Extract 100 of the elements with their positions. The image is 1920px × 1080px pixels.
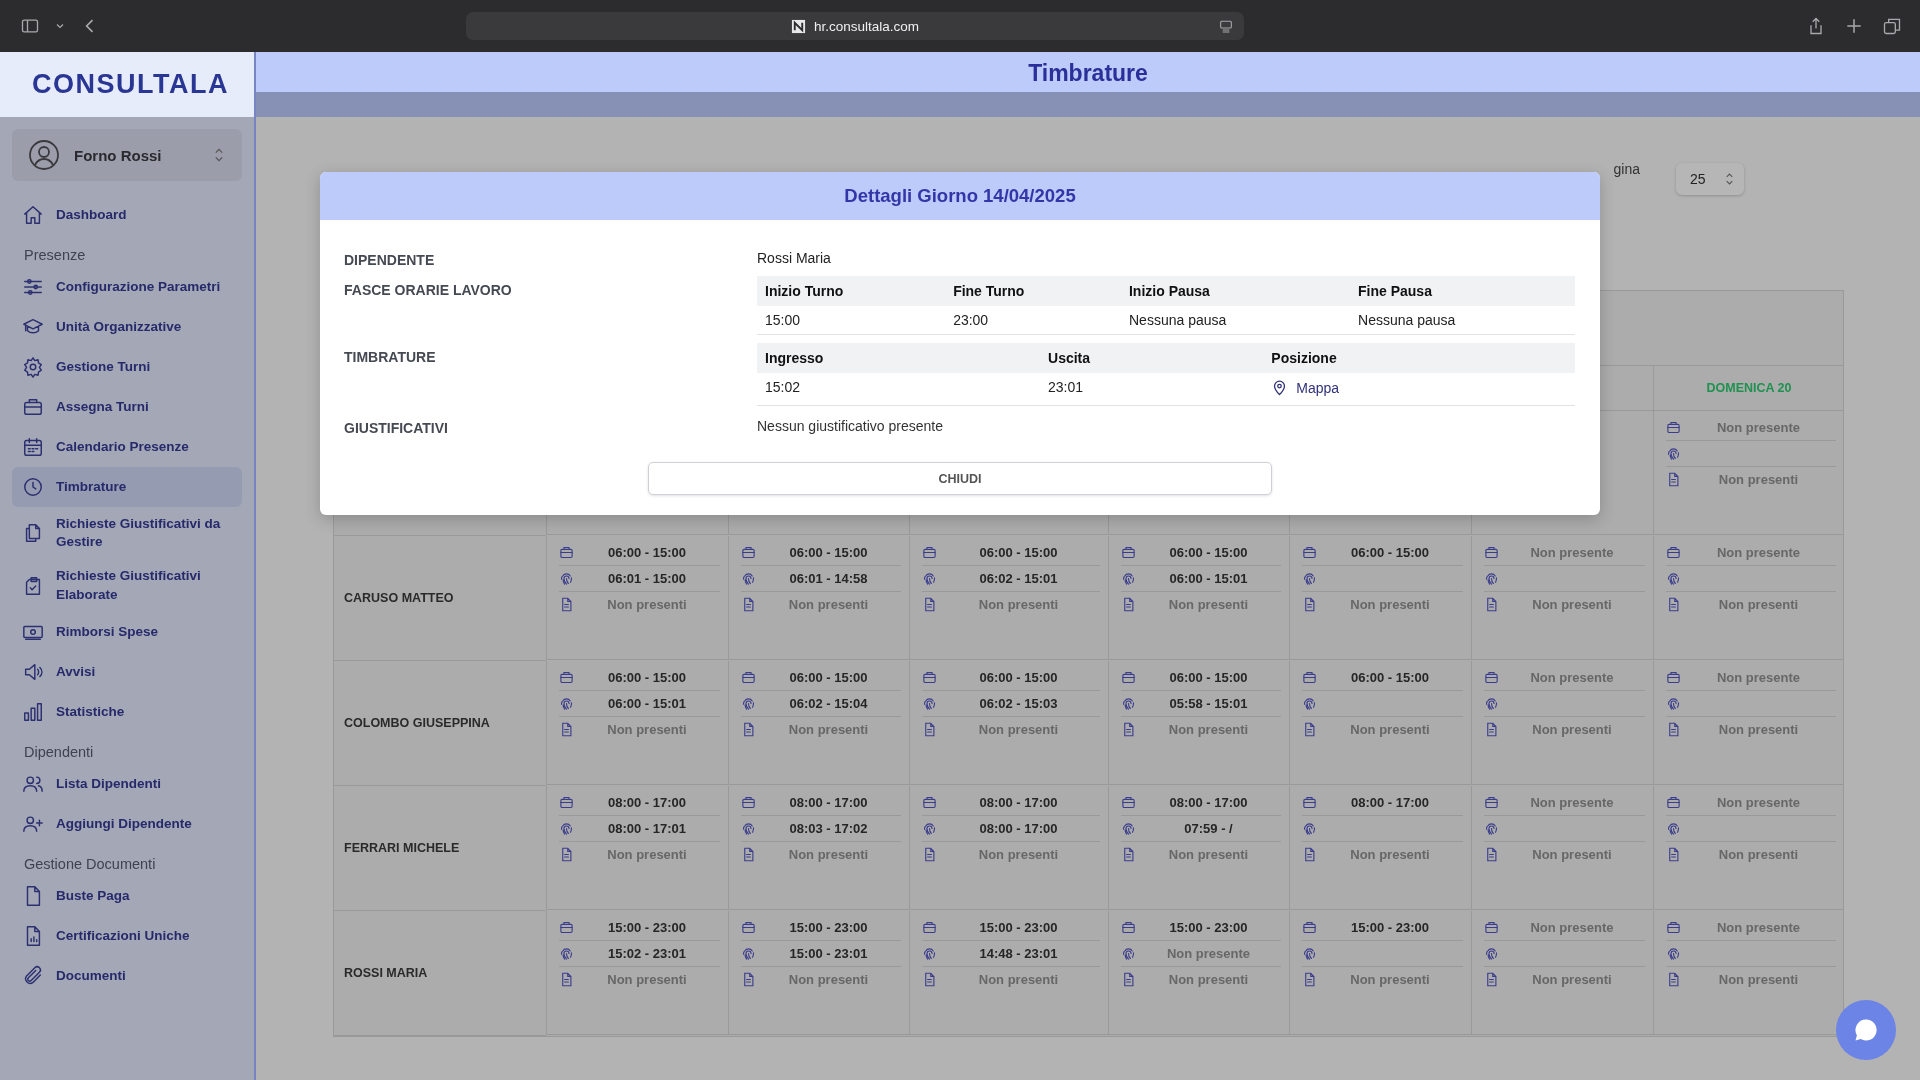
time-entry-text: Non presenti	[606, 722, 688, 737]
sidebar-item[interactable]: Configurazione Parametri	[12, 267, 242, 307]
time-entry-text: 06:02 - 15:01	[978, 571, 1059, 586]
briefcase-icon	[1484, 545, 1499, 560]
day-cell[interactable]: 06:00 - 15:00 06:01 - 15:00 Non presenti	[546, 536, 728, 660]
sidebar-item[interactable]: Statistiche	[12, 691, 242, 732]
sidebar-item[interactable]: Assegna Turni	[12, 387, 242, 427]
day-cell[interactable]: 15:00 - 23:00 Non presenti	[1289, 911, 1471, 1035]
sidebar-item[interactable]: Documenti	[12, 955, 242, 996]
sidebar-item[interactable]: Timbrature	[12, 467, 242, 507]
fingerprint-icon	[741, 946, 756, 961]
rows-per-page-select[interactable]: 25	[1676, 163, 1744, 195]
time-entry-text: Non presenti	[787, 847, 870, 862]
paperclip-icon	[22, 964, 44, 987]
day-cell[interactable]: 15:00 - 23:00 15:00 - 23:01 Non presenti	[728, 911, 909, 1035]
field-value: Rossi Maria	[757, 249, 832, 268]
sidebar-item[interactable]: Avvisi	[12, 651, 242, 692]
sidebar-item[interactable]: Calendario Presenze	[12, 427, 242, 467]
new-tab-icon[interactable]	[1844, 16, 1864, 36]
time-entry-text: 15:02 - 23:01	[606, 946, 688, 961]
time-entry-text: 08:00 - 17:00	[606, 795, 688, 810]
time-entry-text: Non presenti	[1349, 847, 1431, 862]
day-cell[interactable]: 06:00 - 15:00 06:02 - 15:04 Non presenti	[728, 661, 909, 785]
fingerprint-icon	[741, 821, 756, 836]
briefcase-icon	[1484, 670, 1499, 685]
document-icon	[741, 597, 756, 612]
fingerprint-icon	[1666, 571, 1681, 586]
address-bar[interactable]: hr.consultala.com	[466, 12, 1244, 40]
time-entry-text: 08:00 - 17:00	[788, 795, 869, 810]
time-entry-text: Non presenti	[977, 972, 1060, 987]
reader-icon[interactable]	[1218, 18, 1234, 34]
time-entry-text: 06:00 - 15:00	[978, 670, 1059, 685]
sidebar-item[interactable]: Certificazioni Uniche	[12, 915, 242, 956]
document-icon	[1666, 847, 1681, 862]
day-cell[interactable]: 15:00 - 23:00 14:48 - 23:01 Non presenti	[909, 911, 1108, 1035]
document-icon	[1484, 972, 1499, 987]
document-icon	[1666, 722, 1681, 737]
time-entry-text: Non presenti	[787, 597, 870, 612]
time-entry-text: Non presenti	[1531, 597, 1613, 612]
document-icon	[1666, 472, 1681, 487]
sidebar-item[interactable]: Richieste Giustificativi da Gestire	[12, 507, 242, 560]
sidebar-item[interactable]: Gestione Turni	[12, 347, 242, 387]
time-entry-text: Non presenti	[1349, 722, 1431, 737]
sidebar-item[interactable]: Dashboard	[12, 195, 242, 235]
time-entry-text: 08:00 - 17:00	[978, 821, 1059, 836]
document-icon	[1484, 847, 1499, 862]
column-header: Fine Pausa	[1350, 276, 1575, 306]
day-cell[interactable]: 06:00 - 15:00 06:00 - 15:01 Non presenti	[1108, 536, 1289, 660]
column-header: Fine Turno	[945, 276, 1121, 306]
fingerprint-icon	[1302, 946, 1317, 961]
employee-name: FERRARI MICHELE	[334, 786, 546, 911]
sidebar-item[interactable]: Rimborsi Spese	[12, 611, 242, 652]
time-entry-text: 06:00 - 15:00	[1168, 545, 1249, 560]
time-entry-text: 08:00 - 17:01	[606, 821, 688, 836]
day-cell[interactable]: 06:00 - 15:00 06:01 - 14:58 Non presenti	[728, 536, 909, 660]
time-entry-text: 06:00 - 15:00	[788, 670, 869, 685]
fingerprint-icon	[1121, 571, 1136, 586]
day-cell[interactable]: 06:00 - 15:00 06:00 - 15:01 Non presenti	[546, 661, 728, 785]
sidebar-item[interactable]: Richieste Giustificativi Elaborate	[12, 559, 242, 612]
tabs-overview-icon[interactable]	[1882, 16, 1902, 36]
table-cell: 15:00	[765, 312, 801, 328]
sidebar-item[interactable]: Unità Organizzative	[12, 307, 242, 347]
account-switcher[interactable]: Forno Rossi	[12, 129, 242, 181]
fingerprint-icon	[1121, 696, 1136, 711]
briefcase-icon	[741, 795, 756, 810]
briefcase-icon	[1666, 545, 1681, 560]
day-cell[interactable]: 15:00 - 23:00 15:02 - 23:01 Non presenti	[546, 911, 728, 1035]
sidebar-item[interactable]: Lista Dipendenti	[12, 763, 242, 804]
fingerprint-icon	[1484, 571, 1499, 586]
time-entry-text: Non presente	[1715, 545, 1802, 560]
day-cell[interactable]: 06:00 - 15:00 05:58 - 15:01 Non presenti	[1108, 661, 1289, 785]
column-header: Posizione	[1263, 343, 1575, 373]
day-cell[interactable]: 08:00 - 17:00 08:03 - 17:02 Non presenti	[728, 786, 909, 910]
document-icon	[1302, 972, 1317, 987]
day-cell[interactable]: 08:00 - 17:00 08:00 - 17:00 Non presenti	[909, 786, 1108, 910]
day-cell[interactable]: 06:00 - 15:00 06:02 - 15:01 Non presenti	[909, 536, 1108, 660]
map-link[interactable]: Mappa	[1271, 379, 1340, 396]
day-cell[interactable]: 08:00 - 17:00 07:59 - / Non presenti	[1108, 786, 1289, 910]
briefcase-icon	[1484, 920, 1499, 935]
chat-button[interactable]	[1836, 1000, 1896, 1060]
sidebar-item[interactable]: Aggiungi Dipendente	[12, 803, 242, 844]
day-cell[interactable]: 06:00 - 15:00 06:02 - 15:03 Non presenti	[909, 661, 1108, 785]
field-label: TIMBRATURE	[344, 348, 437, 367]
close-button[interactable]: CHIUDI	[648, 462, 1272, 495]
day-cell[interactable]: 08:00 - 17:00 Non presenti	[1289, 786, 1471, 910]
time-entry-text: Non presenti	[1717, 972, 1800, 987]
nav-section-heading: Dipendenti	[23, 742, 95, 762]
briefcase-icon	[922, 670, 937, 685]
day-cell[interactable]: 06:00 - 15:00 Non presenti	[1289, 661, 1471, 785]
fingerprint-icon	[1666, 821, 1681, 836]
day-cell[interactable]: 06:00 - 15:00 Non presenti	[1289, 536, 1471, 660]
day-cell[interactable]: 08:00 - 17:00 08:00 - 17:01 Non presenti	[546, 786, 728, 910]
time-entry-text: Non presente	[1529, 545, 1615, 560]
document-icon	[1121, 972, 1136, 987]
document-icon	[1302, 847, 1317, 862]
time-entry-text: Non presenti	[1717, 722, 1800, 737]
time-entry-text: 15:00 - 23:00	[1168, 920, 1249, 935]
sidebar-item[interactable]: Buste Paga	[12, 875, 242, 916]
document-icon	[1666, 597, 1681, 612]
day-cell[interactable]: 15:00 - 23:00 Non presente Non presenti	[1108, 911, 1289, 1035]
